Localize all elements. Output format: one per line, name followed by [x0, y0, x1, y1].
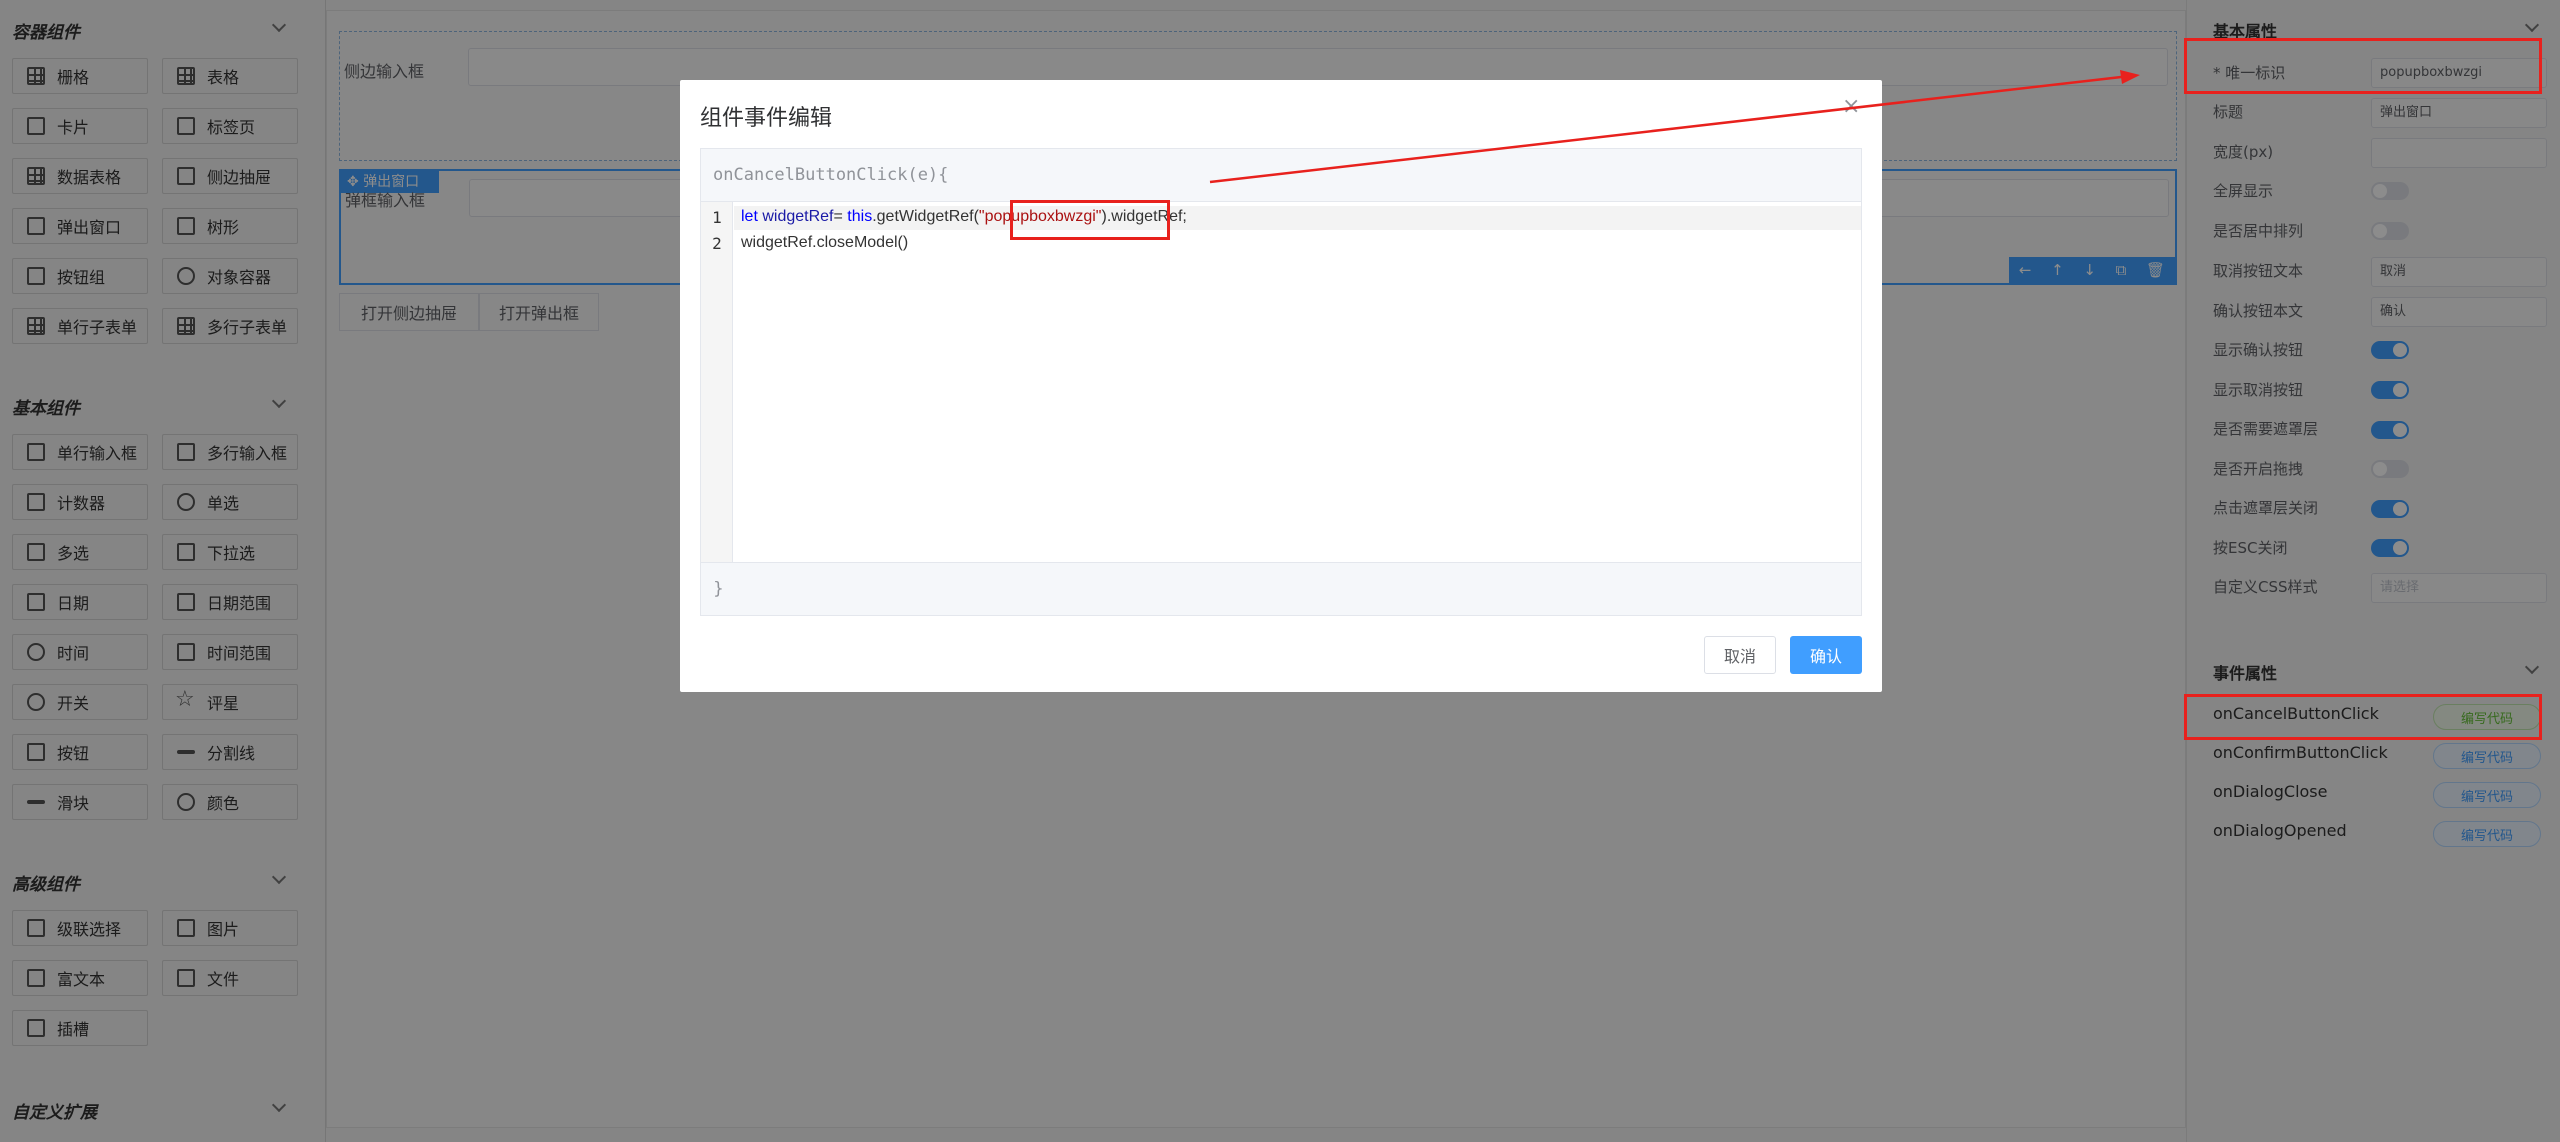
highlight-id-box: [2184, 38, 2542, 94]
cancel-button[interactable]: 取消: [1704, 636, 1776, 674]
function-header: onCancelButtonClick(e){: [700, 148, 1862, 202]
dialog-title: 组件事件编辑: [700, 106, 833, 131]
line-number: 1: [712, 208, 722, 227]
code-line-2[interactable]: widgetRef.closeModel(): [741, 234, 908, 252]
close-icon[interactable]: ×: [1842, 94, 1860, 119]
line-gutter: 1 2: [701, 202, 733, 562]
event-edit-dialog: 组件事件编辑 × onCancelButtonClick(e){ 1 2 let…: [680, 80, 1882, 692]
highlight-code-box: [1010, 200, 1170, 240]
confirm-button[interactable]: 确认: [1790, 636, 1862, 674]
line-number: 2: [712, 234, 722, 253]
function-footer: }: [700, 562, 1862, 616]
highlight-event-box: [2184, 694, 2542, 740]
code-editor[interactable]: 1 2 let widgetRef= this.getWidgetRef("po…: [700, 202, 1862, 562]
